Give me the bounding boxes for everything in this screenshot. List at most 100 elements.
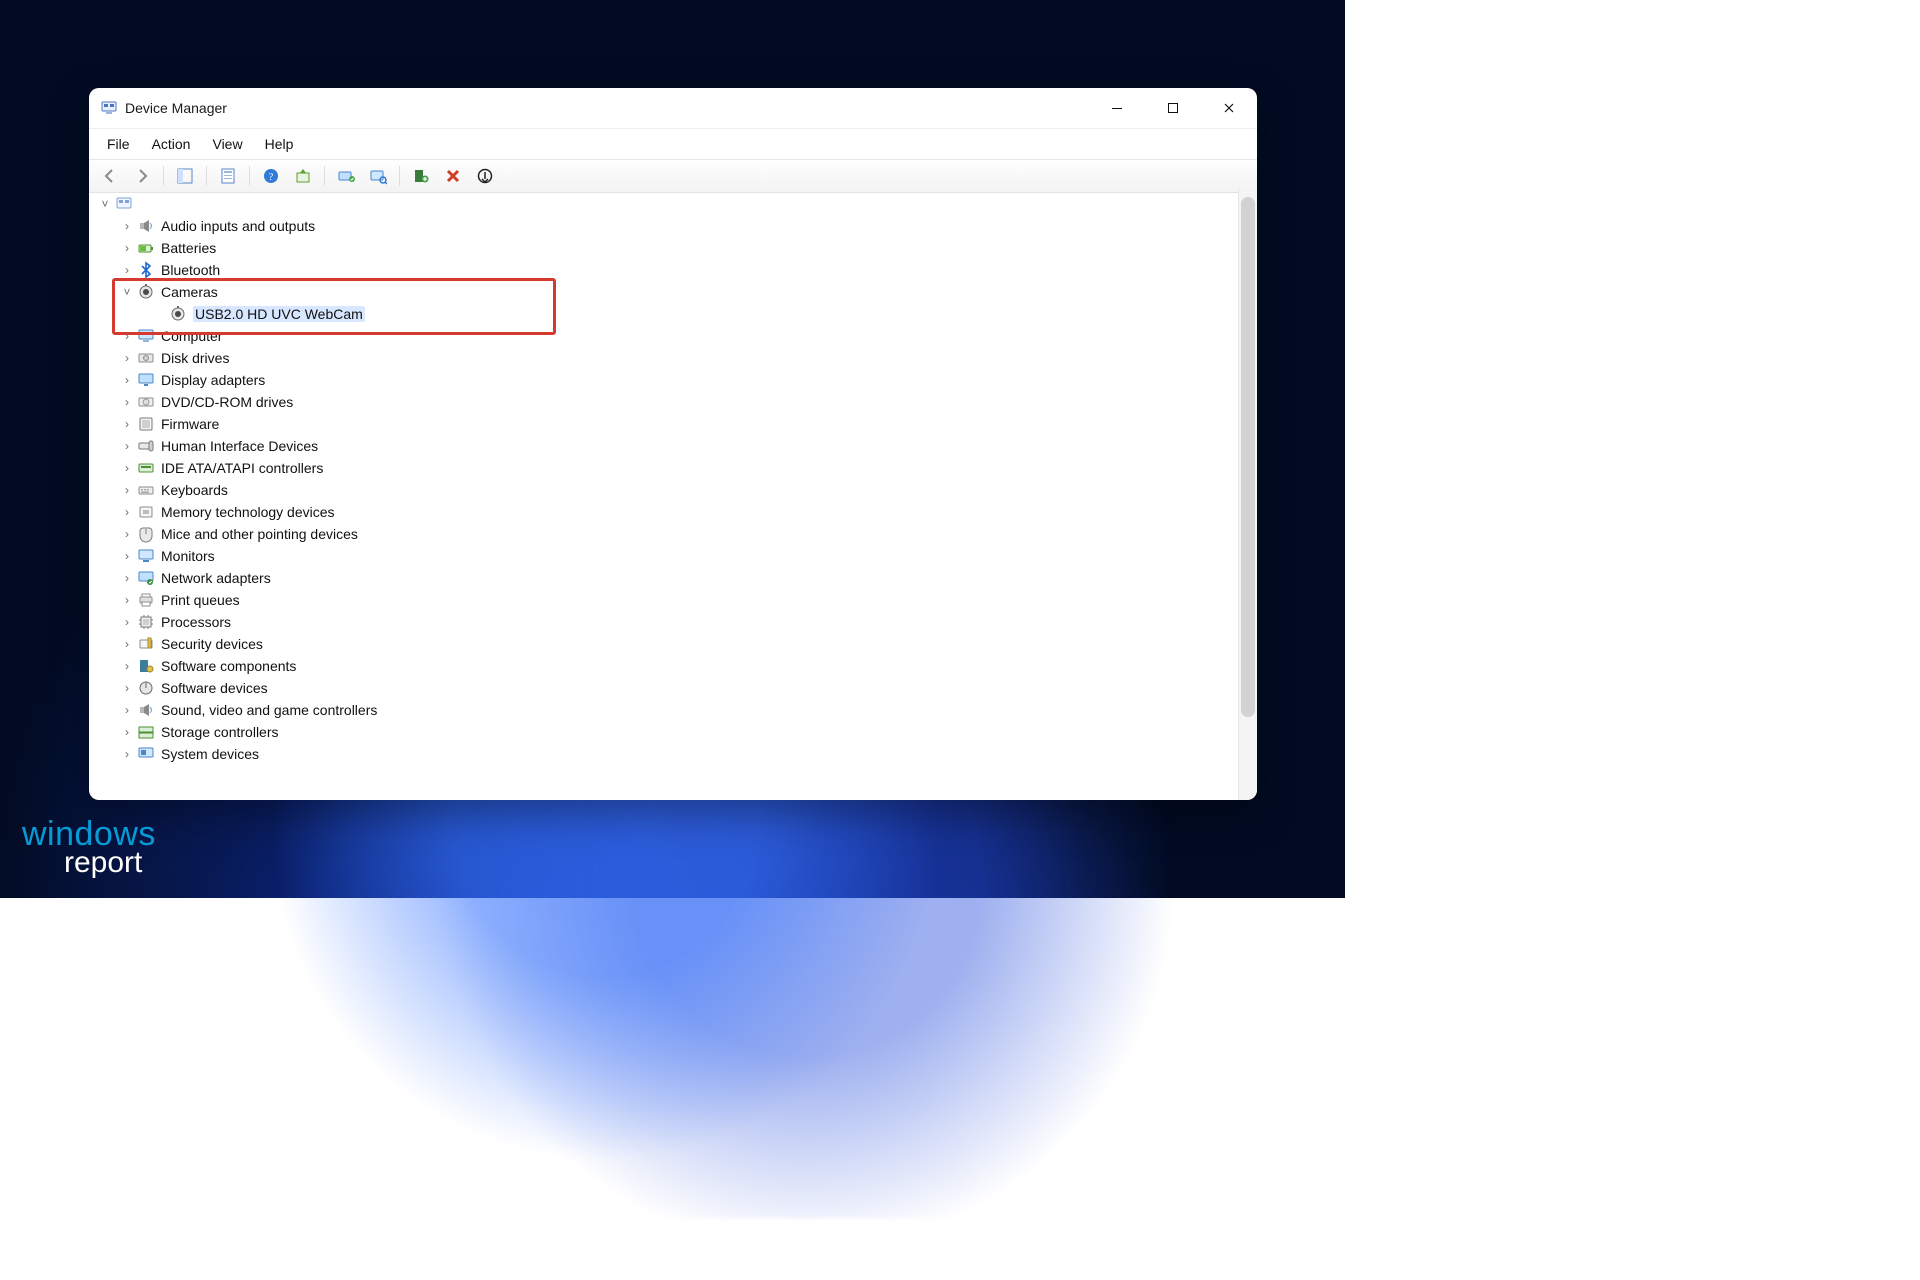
caret-icon[interactable]: › xyxy=(121,726,133,738)
tree-item-sound-video-and-game-controllers[interactable]: › Sound, video and game controllers xyxy=(99,699,1238,721)
tree-item-label: Batteries xyxy=(161,240,216,256)
caret-icon[interactable]: › xyxy=(121,748,133,760)
tree-item-firmware[interactable]: › Firmware xyxy=(99,413,1238,435)
tree-item-display-adapters[interactable]: ›Display adapters xyxy=(99,369,1238,391)
mouse-icon xyxy=(137,525,155,543)
tree-item-system-devices[interactable]: ›System devices xyxy=(99,743,1238,765)
tree-item-label: Audio inputs and outputs xyxy=(161,218,315,234)
svg-text:?: ? xyxy=(269,172,274,183)
device-tree[interactable]: ˅ › Audio inputs and outputs › Batteries › Blu… xyxy=(89,187,1238,800)
tree-item-security-devices[interactable]: ›Security devices xyxy=(99,633,1238,655)
caret-icon[interactable]: › xyxy=(121,396,133,408)
tree-item-computer[interactable]: ›Computer xyxy=(99,325,1238,347)
tree-item-software-components[interactable]: ›Software components xyxy=(99,655,1238,677)
caret-icon[interactable]: › xyxy=(121,682,133,694)
storage-icon xyxy=(137,723,155,741)
scan-hardware-button[interactable] xyxy=(363,162,393,190)
tree-item-software-devices[interactable]: ›Software devices xyxy=(99,677,1238,699)
softdev-icon xyxy=(137,679,155,697)
caret-icon[interactable]: ˅ xyxy=(121,286,133,298)
caret-icon[interactable]: › xyxy=(121,638,133,650)
tree-item-processors[interactable]: ›Processors xyxy=(99,611,1238,633)
brand-bottom: report xyxy=(64,846,156,880)
tree-item-keyboards[interactable]: ›Keyboards xyxy=(99,479,1238,501)
tree-item-label: Firmware xyxy=(161,416,219,432)
title-bar[interactable]: Device Manager xyxy=(89,88,1257,129)
caret-icon[interactable]: › xyxy=(121,242,133,254)
tree-item-usb2-0-hd-uvc-webcam[interactable]: USB2.0 HD UVC WebCam xyxy=(99,303,1238,325)
maximize-button[interactable] xyxy=(1145,88,1201,128)
caret-icon[interactable]: ˅ xyxy=(99,198,111,210)
tree-item-human-interface-devices[interactable]: › Human Interface Devices xyxy=(99,435,1238,457)
caret-icon[interactable]: › xyxy=(121,462,133,474)
caret-icon[interactable]: › xyxy=(121,264,133,276)
disable-device-button[interactable] xyxy=(470,162,500,190)
tree-root[interactable]: ˅ xyxy=(99,193,1238,215)
help-button[interactable]: ? xyxy=(256,162,286,190)
menu-help[interactable]: Help xyxy=(255,134,304,154)
caret-icon[interactable]: › xyxy=(121,660,133,672)
tree-item-storage-controllers[interactable]: › Storage controllers xyxy=(99,721,1238,743)
tree-item-label: Mice and other pointing devices xyxy=(161,526,358,542)
menu-view[interactable]: View xyxy=(202,134,252,154)
tree-item-bluetooth[interactable]: › Bluetooth xyxy=(99,259,1238,281)
tree-item-label: Bluetooth xyxy=(161,262,220,278)
tree-item-audio-inputs-and-outputs[interactable]: › Audio inputs and outputs xyxy=(99,215,1238,237)
tree-item-label: USB2.0 HD UVC WebCam xyxy=(193,306,365,322)
tree-item-label: Monitors xyxy=(161,548,215,564)
hid-icon xyxy=(137,437,155,455)
caret-icon[interactable]: › xyxy=(121,484,133,496)
forward-button[interactable] xyxy=(127,162,157,190)
uninstall-device-button[interactable] xyxy=(438,162,468,190)
app-icon xyxy=(101,100,117,116)
tree-item-network-adapters[interactable]: ›Network adapters xyxy=(99,567,1238,589)
caret-icon[interactable]: › xyxy=(121,550,133,562)
show-hide-tree-button[interactable] xyxy=(170,162,200,190)
caret-icon[interactable]: › xyxy=(121,352,133,364)
caret-icon[interactable]: › xyxy=(121,330,133,342)
tree-item-print-queues[interactable]: › Print queues xyxy=(99,589,1238,611)
canvas: Device Manager File Action View Help ? xyxy=(0,0,1345,898)
caret-icon[interactable]: › xyxy=(121,374,133,386)
vertical-scrollbar[interactable] xyxy=(1238,187,1257,800)
tree-item-memory-technology-devices[interactable]: ›Memory technology devices xyxy=(99,501,1238,523)
caret-icon[interactable]: › xyxy=(121,616,133,628)
toolbar-separator xyxy=(163,166,164,186)
tree-item-label: Sound, video and game controllers xyxy=(161,702,377,718)
caret-icon[interactable]: › xyxy=(121,440,133,452)
tree-item-ide-ata-atapi-controllers[interactable]: ›IDE ATA/ATAPI controllers xyxy=(99,457,1238,479)
menu-file[interactable]: File xyxy=(97,134,140,154)
minimize-button[interactable] xyxy=(1089,88,1145,128)
caret-icon[interactable]: › xyxy=(121,528,133,540)
properties-button[interactable] xyxy=(213,162,243,190)
keyboard-icon xyxy=(137,481,155,499)
caret-icon[interactable]: › xyxy=(121,572,133,584)
tree-item-label: Print queues xyxy=(161,592,240,608)
scrollbar-thumb[interactable] xyxy=(1241,197,1255,717)
tree-item-dvd-cd-rom-drives[interactable]: ›DVD/CD-ROM drives xyxy=(99,391,1238,413)
caret-icon[interactable]: › xyxy=(121,594,133,606)
tree-item-disk-drives[interactable]: › Disk drives xyxy=(99,347,1238,369)
back-button[interactable] xyxy=(95,162,125,190)
caret-icon[interactable]: › xyxy=(121,220,133,232)
enable-device-button[interactable] xyxy=(331,162,361,190)
add-legacy-hardware-button[interactable] xyxy=(406,162,436,190)
caret-icon[interactable]: › xyxy=(121,506,133,518)
firmware-icon xyxy=(137,415,155,433)
tree-item-cameras[interactable]: ˅Cameras xyxy=(99,281,1238,303)
tree-item-monitors[interactable]: › Monitors xyxy=(99,545,1238,567)
menu-action[interactable]: Action xyxy=(142,134,201,154)
tree-item-batteries[interactable]: › Batteries xyxy=(99,237,1238,259)
speaker-icon xyxy=(137,217,155,235)
tree-item-label: Disk drives xyxy=(161,350,229,366)
update-driver-button[interactable] xyxy=(288,162,318,190)
menu-bar: File Action View Help xyxy=(89,129,1257,160)
tree-item-label: Storage controllers xyxy=(161,724,279,740)
tree-item-label: Human Interface Devices xyxy=(161,438,318,454)
close-button[interactable] xyxy=(1201,88,1257,128)
caret-icon[interactable]: › xyxy=(121,704,133,716)
caret-icon[interactable]: › xyxy=(121,418,133,430)
window-controls xyxy=(1089,88,1257,128)
network-icon xyxy=(137,569,155,587)
tree-item-mice-and-other-pointing-devices[interactable]: › Mice and other pointing devices xyxy=(99,523,1238,545)
